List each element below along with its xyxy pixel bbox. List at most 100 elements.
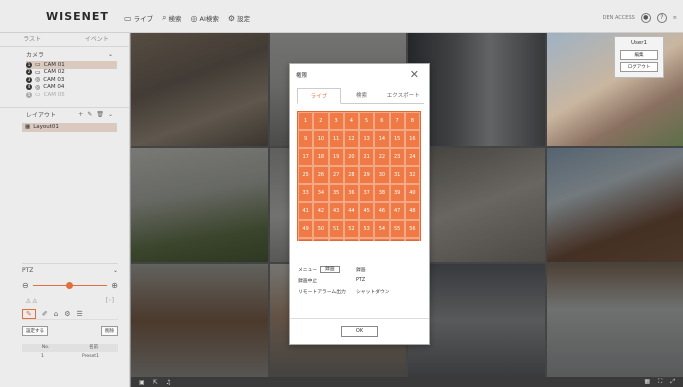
- export-icon[interactable]: ⇱: [153, 379, 158, 386]
- video-tile[interactable]: [546, 148, 683, 262]
- channel-checkbox[interactable]: 51: [328, 220, 344, 238]
- channel-checkbox[interactable]: 62: [374, 238, 390, 256]
- channel-checkbox[interactable]: 4: [343, 112, 359, 130]
- tab-export[interactable]: エクスポート: [382, 88, 424, 103]
- channel-checkbox[interactable]: 6: [374, 112, 390, 130]
- channel-checkbox[interactable]: 16: [404, 130, 420, 148]
- channel-checkbox[interactable]: 49: [298, 220, 314, 238]
- channel-checkbox[interactable]: 17: [298, 148, 314, 166]
- channel-checkbox[interactable]: 12: [343, 130, 359, 148]
- home-icon[interactable]: ⌂: [54, 310, 58, 318]
- preset-delete-button[interactable]: 削除: [101, 326, 118, 336]
- camera-item[interactable]: 3 ◎ CAM 03: [26, 76, 129, 84]
- channel-checkbox[interactable]: 45: [359, 202, 375, 220]
- channel-checkbox[interactable]: 33: [298, 184, 314, 202]
- tab-event[interactable]: イベント: [65, 33, 130, 46]
- layout-item[interactable]: ▦ Layout01: [22, 122, 117, 132]
- channel-checkbox[interactable]: 42: [313, 202, 329, 220]
- channel-checkbox[interactable]: 59: [328, 238, 344, 256]
- channel-checkbox[interactable]: 53: [359, 220, 375, 238]
- pen-icon[interactable]: ✎: [22, 308, 36, 319]
- channel-checkbox[interactable]: 60: [343, 238, 359, 256]
- nav-search[interactable]: ⌕ 検索: [162, 13, 181, 23]
- channel-checkbox[interactable]: 34: [313, 184, 329, 202]
- channel-checkbox[interactable]: 22: [374, 148, 390, 166]
- channel-checkbox[interactable]: 32: [404, 166, 420, 184]
- channel-checkbox[interactable]: 40: [404, 184, 420, 202]
- video-tile[interactable]: [131, 33, 268, 147]
- layout-icon[interactable]: ▦: [644, 378, 650, 386]
- preset-set-button[interactable]: 設定する: [22, 326, 48, 336]
- channel-checkbox[interactable]: 63: [389, 238, 405, 256]
- zoom-slider-knob[interactable]: [66, 281, 74, 289]
- channel-checkbox[interactable]: 36: [343, 184, 359, 202]
- video-tile[interactable]: [131, 263, 268, 377]
- camera-item[interactable]: 2 ▭ CAM 02: [26, 69, 129, 77]
- delete-icon[interactable]: 🗑: [96, 111, 104, 118]
- ok-button[interactable]: OK: [341, 326, 378, 337]
- channel-checkbox[interactable]: 26: [313, 166, 329, 184]
- channel-checkbox[interactable]: 10: [313, 130, 329, 148]
- channel-checkbox[interactable]: 47: [389, 202, 405, 220]
- channel-checkbox[interactable]: 46: [374, 202, 390, 220]
- fit-icon[interactable]: [◦]: [106, 297, 114, 304]
- channel-checkbox[interactable]: 23: [389, 148, 405, 166]
- zoom-in-icon[interactable]: ⊕: [111, 281, 118, 290]
- zoom-out-icon[interactable]: ⊖: [22, 281, 29, 290]
- user-icon[interactable]: ●: [640, 13, 651, 23]
- channel-checkbox[interactable]: 8: [404, 112, 420, 130]
- camera-item[interactable]: 4 ◎ CAM 04: [26, 84, 129, 92]
- channel-checkbox[interactable]: 1: [298, 112, 314, 130]
- channel-checkbox[interactable]: 9: [298, 130, 314, 148]
- channel-checkbox[interactable]: 20: [343, 148, 359, 166]
- zoom-slider[interactable]: [32, 281, 108, 289]
- channel-checkbox[interactable]: 15: [389, 130, 405, 148]
- tab-list[interactable]: ラスト: [0, 33, 65, 46]
- channel-checkbox[interactable]: 7: [389, 112, 405, 130]
- edit-icon[interactable]: ✎: [87, 111, 92, 118]
- channel-checkbox[interactable]: 13: [359, 130, 375, 148]
- channel-checkbox[interactable]: 29: [359, 166, 375, 184]
- help-icon[interactable]: ?: [656, 13, 667, 23]
- channel-checkbox[interactable]: 27: [328, 166, 344, 184]
- channel-checkbox[interactable]: 38: [374, 184, 390, 202]
- add-icon[interactable]: +: [78, 111, 83, 118]
- nav-live[interactable]: ▭ ライブ: [124, 13, 153, 24]
- channel-checkbox[interactable]: 50: [313, 220, 329, 238]
- channel-checkbox[interactable]: 18: [313, 148, 329, 166]
- channel-checkbox[interactable]: 24: [404, 148, 420, 166]
- list-icon[interactable]: ☰: [76, 310, 82, 318]
- table-row[interactable]: 1 Preset1: [22, 352, 118, 361]
- camera-item[interactable]: 1 ▭ CAM 01: [26, 61, 117, 69]
- capture-icon[interactable]: ▣: [139, 379, 145, 386]
- channel-checkbox[interactable]: 21: [359, 148, 375, 166]
- channel-checkbox[interactable]: 2: [313, 112, 329, 130]
- channel-checkbox[interactable]: 11: [328, 130, 344, 148]
- channel-checkbox[interactable]: 64: [404, 238, 420, 256]
- channel-checkbox[interactable]: 54: [374, 220, 390, 238]
- focus-icon[interactable]: ◬ ◬: [26, 297, 37, 304]
- edit-user-button[interactable]: 編集: [620, 50, 658, 60]
- camera-section-header[interactable]: カメラ ⌄: [0, 47, 129, 61]
- channel-checkbox[interactable]: 48: [404, 202, 420, 220]
- channel-checkbox[interactable]: 44: [343, 202, 359, 220]
- channel-checkbox[interactable]: 56: [404, 220, 420, 238]
- fullscreen-icon[interactable]: ⛶: [658, 378, 662, 386]
- channel-checkbox[interactable]: 43: [328, 202, 344, 220]
- alarm-icon[interactable]: ♫: [166, 379, 171, 386]
- channel-checkbox[interactable]: 19: [328, 148, 344, 166]
- channel-checkbox[interactable]: 30: [374, 166, 390, 184]
- channel-checkbox[interactable]: 35: [328, 184, 344, 202]
- channel-checkbox[interactable]: 52: [343, 220, 359, 238]
- channel-checkbox[interactable]: 37: [359, 184, 375, 202]
- tab-live[interactable]: ライブ: [297, 88, 341, 104]
- channel-checkbox[interactable]: 31: [389, 166, 405, 184]
- nav-settings[interactable]: ⚙ 設定: [228, 13, 250, 24]
- channel-checkbox[interactable]: 5: [359, 112, 375, 130]
- menu-icon[interactable]: ≡: [673, 15, 677, 21]
- channel-checkbox[interactable]: 14: [374, 130, 390, 148]
- channel-checkbox[interactable]: 25: [298, 166, 314, 184]
- close-icon[interactable]: ✕: [410, 68, 419, 81]
- channel-checkbox[interactable]: 3: [328, 112, 344, 130]
- channel-checkbox[interactable]: 41: [298, 202, 314, 220]
